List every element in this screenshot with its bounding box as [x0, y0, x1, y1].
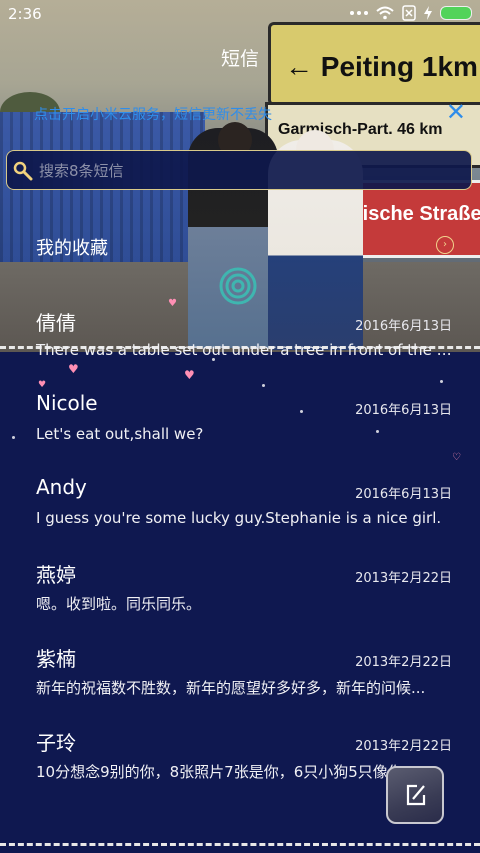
thread-date: 2016年6月13日 [355, 487, 452, 502]
thread-contact-name: 倩倩 [36, 311, 76, 335]
battery-icon [440, 6, 472, 20]
banner-text[interactable]: 点击开启小米云服务，短信更新不丢失 [34, 104, 272, 124]
thread-preview: I guess you're some lucky guy.Stephanie … [36, 509, 442, 527]
thread-contact-name: 紫楠 [36, 647, 76, 671]
close-icon[interactable]: ✕ [446, 98, 466, 126]
page-title: 短信 [220, 48, 259, 70]
thread-preview: 新年的祝福数不胜数，新年的愿望好多好多，新年的问候... [36, 679, 426, 697]
status-time: 2:36 [8, 5, 42, 23]
compose-icon [406, 784, 426, 806]
thread-preview: There was a table set out under a tree i… [36, 341, 452, 359]
search-icon [13, 161, 33, 181]
cloud-service-banner[interactable]: 点击开启小米云服务，短信更新不丢失 ✕ [0, 98, 480, 128]
wifi-icon [376, 6, 394, 20]
thread-date: 2016年6月13日 [355, 403, 452, 418]
thread-contact-name: Andy [36, 475, 87, 499]
thread-preview: 嗯。收到啦。同乐同乐。 [36, 595, 202, 613]
search-bar[interactable] [6, 150, 472, 190]
thread-date: 2013年2月22日 [355, 655, 452, 670]
thread-date: 2013年2月22日 [355, 571, 452, 586]
more-notifications-icon [350, 11, 368, 15]
message-thread[interactable]: 倩倩 2016年6月13日 There was a table set out … [0, 307, 480, 391]
status-bar: 2:36 [0, 0, 480, 30]
thread-contact-name: Nicole [36, 391, 98, 415]
message-thread[interactable]: Nicole 2016年6月13日 Let's eat out,shall we… [0, 391, 480, 475]
thread-date: 2016年6月13日 [355, 319, 452, 334]
search-input[interactable] [37, 157, 461, 185]
thread-preview: Let's eat out,shall we? [36, 425, 204, 443]
message-thread[interactable]: 燕婷 2013年2月22日 嗯。收到啦。同乐同乐。 [0, 559, 480, 643]
fingerprint-icon [219, 267, 257, 305]
thread-date: 2013年2月22日 [355, 739, 452, 754]
favorites-entry[interactable]: 我的收藏 [36, 234, 108, 260]
stitch-divider-bottom [0, 843, 480, 846]
chevron-right-icon[interactable]: › [436, 236, 454, 254]
charging-icon [424, 6, 432, 20]
thread-contact-name: 子玲 [36, 731, 76, 755]
status-icons [350, 5, 472, 21]
thread-contact-name: 燕婷 [36, 563, 76, 587]
message-thread[interactable]: 紫楠 2013年2月22日 新年的祝福数不胜数，新年的愿望好多好多，新年的问候.… [0, 643, 480, 727]
message-thread[interactable]: Andy 2016年6月13日 I guess you're some luck… [0, 475, 480, 559]
road-sign-strasse-text: tische Straße → [356, 203, 480, 225]
road-sign-strasse: tische Straße → [345, 180, 480, 258]
no-sim-icon [402, 5, 416, 21]
compose-button[interactable] [386, 766, 444, 824]
